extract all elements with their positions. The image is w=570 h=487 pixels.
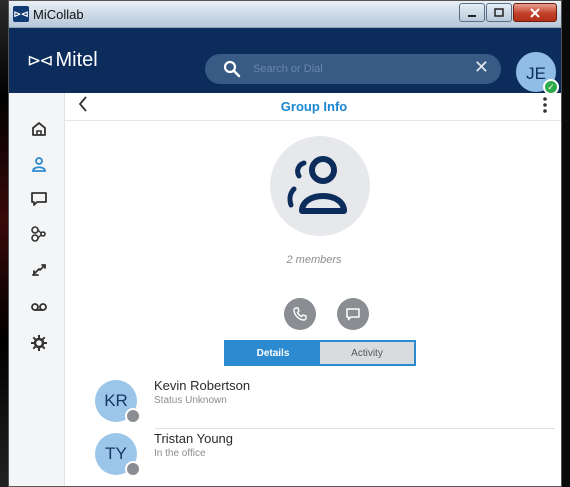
clear-search-icon[interactable]: ✕	[474, 57, 489, 78]
close-icon	[530, 7, 540, 18]
call-history-icon	[32, 264, 46, 276]
sidebar-item-chat[interactable]	[28, 188, 50, 210]
sidebar-nav	[9, 93, 65, 486]
chat-icon	[346, 308, 360, 321]
member-status: Status Unknown	[154, 395, 227, 406]
call-group-button[interactable]	[284, 298, 316, 330]
maximize-icon	[494, 7, 504, 17]
voicemail-icon	[31, 303, 47, 311]
more-options-button[interactable]	[543, 96, 547, 114]
presence-unknown-icon	[125, 408, 141, 424]
member-name: Kevin Robertson	[154, 378, 251, 393]
chat-group-button[interactable]	[337, 298, 369, 330]
window-titlebar[interactable]: ⊳⊲ MiCollab	[9, 1, 561, 28]
minimize-button[interactable]	[459, 3, 485, 22]
mitel-logo-icon: ⊳⊲	[27, 50, 53, 70]
content-header: Group Info	[65, 93, 561, 121]
member-list-item[interactable]: TY Tristan Young In the office	[85, 429, 559, 479]
presence-unknown-icon	[125, 461, 141, 477]
user-avatar[interactable]: JE ✓	[514, 50, 559, 95]
window-controls	[458, 3, 557, 23]
member-count: 2 members	[286, 254, 342, 266]
member-avatar: TY	[95, 433, 141, 477]
close-button[interactable]	[513, 3, 557, 22]
sidebar-item-call-history[interactable]	[28, 259, 50, 281]
tab-details[interactable]: Details	[226, 342, 320, 364]
search-input[interactable]	[253, 59, 453, 79]
user-initials: JE	[526, 64, 546, 83]
contacts-icon	[32, 157, 46, 172]
app-window: ⊳⊲ MiCollab ⊳⊲ Mitel ✕	[8, 0, 562, 487]
brand-logo: ⊳⊲ Mitel	[27, 49, 98, 72]
micollab-icon: ⊳⊲	[13, 6, 29, 22]
tab-activity[interactable]: Activity	[320, 342, 414, 364]
member-initials: TY	[105, 444, 127, 463]
search-bar[interactable]: ✕	[205, 54, 501, 84]
search-icon	[223, 60, 241, 78]
main-panel: Group Info 2 members Details Activity KR…	[65, 93, 561, 486]
member-status: In the office	[154, 448, 206, 459]
phone-icon	[293, 307, 307, 321]
member-name: Tristan Young	[154, 431, 234, 446]
app-header: ⊳⊲ Mitel ✕	[9, 28, 561, 93]
sidebar-item-contacts[interactable]	[28, 153, 50, 175]
page-title: Group Info	[280, 99, 348, 114]
member-avatar: KR	[95, 380, 141, 424]
settings-icon	[31, 335, 47, 351]
brand-name: Mitel	[55, 49, 98, 71]
info-tabs: Details Activity	[224, 340, 416, 366]
groups-icon	[31, 226, 46, 242]
sidebar-item-voicemail[interactable]	[28, 296, 50, 318]
home-icon	[32, 122, 46, 136]
group-avatar	[270, 136, 370, 236]
maximize-button[interactable]	[486, 3, 512, 22]
member-list-item[interactable]: KR Kevin Robertson Status Unknown	[85, 376, 559, 426]
desktop-edge-left	[0, 0, 8, 487]
chat-icon	[31, 192, 47, 206]
window-title: MiCollab	[33, 7, 84, 22]
sidebar-item-settings[interactable]	[28, 332, 50, 354]
group-icon	[287, 156, 347, 214]
minimize-icon	[468, 14, 476, 17]
sidebar-item-home[interactable]	[28, 118, 50, 140]
more-vertical-icon	[543, 97, 547, 113]
member-initials: KR	[104, 391, 128, 410]
sidebar-item-groups[interactable]	[28, 223, 50, 245]
